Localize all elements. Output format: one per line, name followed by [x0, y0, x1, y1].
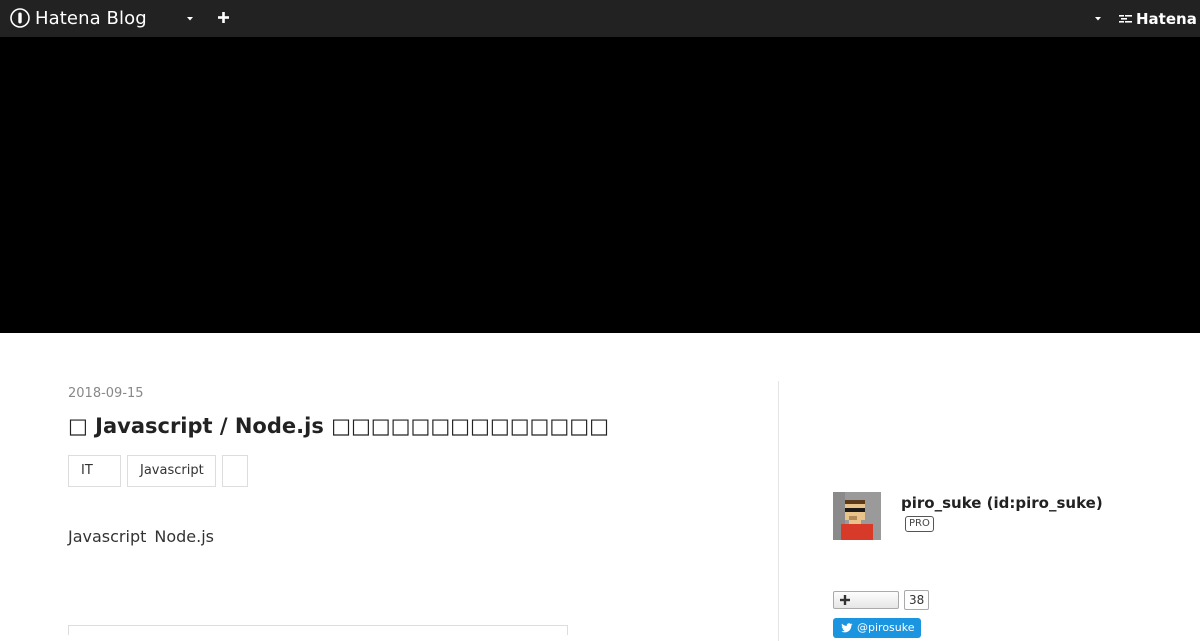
follow-button[interactable]: [833, 591, 899, 609]
twitter-bird-icon: [841, 623, 853, 633]
entry-body: Javascript Node.js: [68, 527, 214, 546]
follower-count: 38: [904, 590, 930, 610]
column-divider: [778, 381, 779, 641]
entry-title[interactable]: □ Javascript / Node.js □□□□□□□□□□□□□□: [68, 414, 758, 438]
body-word: Node.js: [154, 527, 215, 546]
hatena-label: Hatena: [1136, 10, 1197, 28]
plus-icon: [840, 595, 850, 605]
avatar[interactable]: [833, 492, 881, 540]
twitter-handle: @pirosuke: [857, 621, 915, 634]
logo-text: Hatena Blog: [35, 7, 147, 29]
hero-image: [0, 37, 1200, 333]
category-unnamed[interactable]: [222, 455, 248, 487]
category-it[interactable]: IT: [68, 455, 121, 487]
hatena-blog-logo-icon: [10, 8, 30, 28]
chevron-down-icon[interactable]: [1093, 15, 1103, 23]
author-name[interactable]: piro_suke (id:piro_suke): [901, 494, 1103, 512]
twitter-follow-button[interactable]: @pirosuke: [833, 618, 921, 638]
entry-date[interactable]: 2018-09-15: [68, 386, 144, 401]
body-word: Javascript: [68, 527, 147, 546]
avatar-image: [833, 492, 881, 540]
hatena-blog-logo[interactable]: Hatena Blog: [10, 7, 147, 29]
chevron-down-icon[interactable]: [185, 15, 195, 23]
plus-icon[interactable]: [217, 11, 230, 24]
content-box: [68, 625, 568, 635]
hatena-mark-icon: [1119, 15, 1132, 23]
hatena-menu[interactable]: Hatena: [1118, 10, 1197, 28]
global-header: Hatena Blog Hatena: [0, 0, 1200, 37]
category-list: IT Javascript: [68, 455, 248, 487]
pro-badge: PRO: [905, 516, 934, 532]
category-javascript[interactable]: Javascript: [127, 455, 216, 487]
